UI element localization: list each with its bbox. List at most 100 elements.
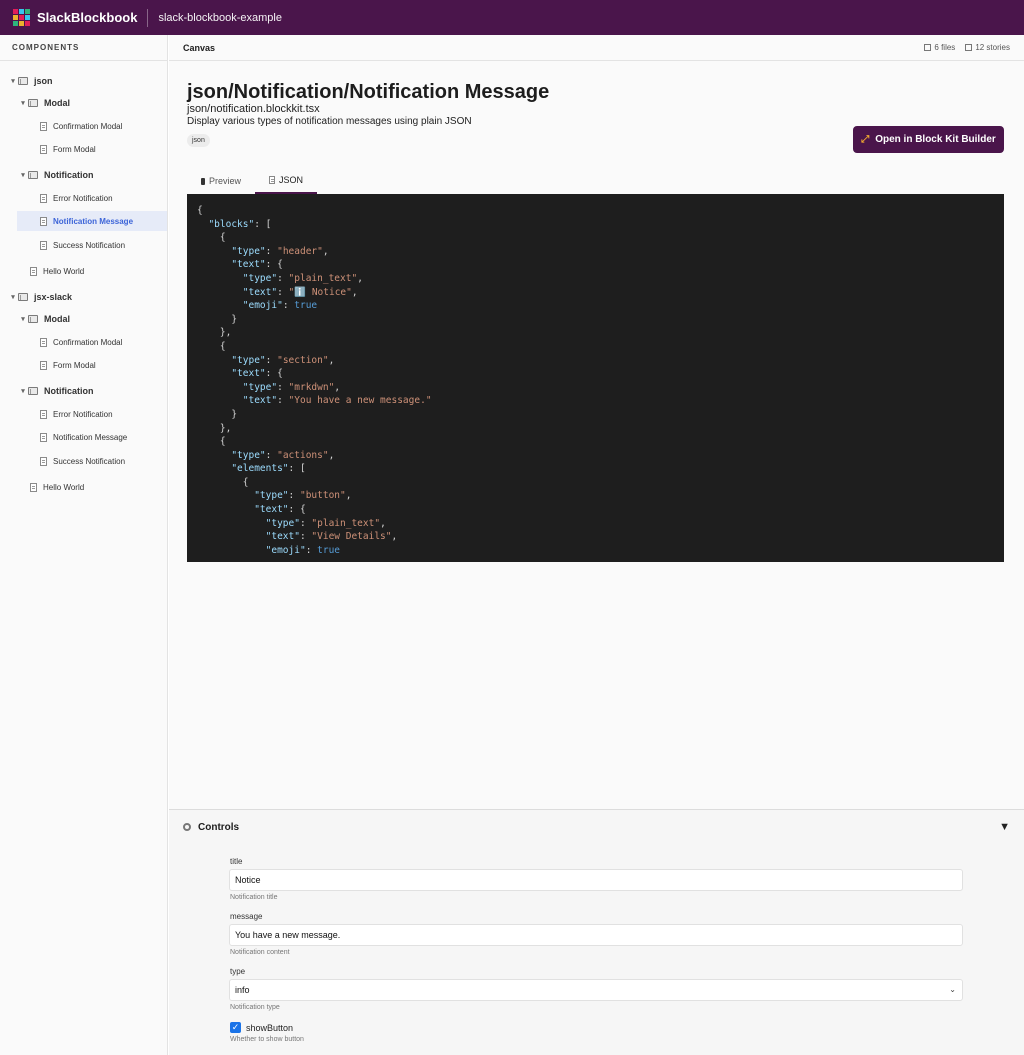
- story-description: Display various types of notification me…: [187, 116, 472, 127]
- sidebar-item-label: Confirmation Modal: [53, 121, 123, 131]
- message-input[interactable]: You have a new message.: [229, 924, 963, 946]
- folder-icon: [18, 293, 28, 301]
- top-bar: SlackBlockbook slack-blockbook-example: [0, 0, 1024, 35]
- canvas-title: Canvas: [183, 42, 216, 53]
- code-line: "type": "plain_text",: [242, 272, 363, 284]
- code-line: "type": "actions",: [231, 449, 335, 461]
- gear-icon: [183, 823, 191, 831]
- chevron-down-icon[interactable]: ▾: [8, 293, 18, 301]
- sidebar-item-modal[interactable]: ▾ Modal: [0, 93, 70, 113]
- file-icon: [40, 456, 47, 466]
- sidebar-item-json[interactable]: ▾ json: [0, 71, 53, 91]
- sidebar-item-confirmation-modal[interactable]: Confirmation Modal: [0, 332, 122, 352]
- file-icon: [40, 240, 47, 250]
- sidebar-item-jsx-slack[interactable]: ▾ jsx-slack: [0, 287, 72, 307]
- sidebar-item-error-notification[interactable]: Error Notification: [0, 404, 113, 424]
- sidebar-item-hello-world[interactable]: Hello World: [0, 477, 84, 497]
- sidebar-item-label: Hello World: [43, 266, 85, 276]
- logo-square: [13, 15, 18, 20]
- sidebar-item-notification-message[interactable]: Notification Message: [0, 427, 127, 447]
- sidebar-item-label: Form Modal: [53, 144, 96, 154]
- title-input[interactable]: Notice: [229, 869, 963, 891]
- sidebar-item-label: Notification: [44, 386, 94, 396]
- sidebar-item-success-notification[interactable]: Success Notification: [0, 235, 125, 255]
- logo-square: [13, 9, 18, 14]
- sidebar-item-success-notification[interactable]: Success Notification: [0, 451, 125, 471]
- type-select[interactable]: info ⌄: [229, 979, 963, 1001]
- open-block-kit-builder-label: Open in Block Kit Builder: [875, 134, 996, 145]
- code-line: "text": "You have a new message.": [242, 395, 432, 407]
- divider: [147, 8, 149, 27]
- logo-square: [19, 21, 24, 26]
- sidebar-item-error-notification[interactable]: Error Notification: [0, 188, 113, 208]
- sidebar-item-label: json: [34, 76, 53, 86]
- sidebar-item-confirmation-modal[interactable]: Confirmation Modal: [0, 116, 122, 136]
- folder-icon: [924, 44, 932, 51]
- file-icon: [40, 432, 47, 442]
- open-block-kit-builder-button[interactable]: ⤢ Open in Block Kit Builder: [853, 126, 1004, 153]
- sidebar-item-notification-message[interactable]: Notification Message: [17, 211, 167, 231]
- code-line: "text": {: [254, 504, 306, 516]
- logo-square: [19, 9, 24, 14]
- phone-icon: [201, 177, 205, 185]
- sidebar-item-label: Hello World: [43, 482, 85, 492]
- file-icon: [30, 482, 37, 492]
- folder-icon: [18, 77, 28, 85]
- collapse-icon[interactable]: ▼: [999, 821, 1010, 833]
- code-line: "type": "header",: [231, 245, 329, 257]
- json-code-block[interactable]: { "blocks": [ { "type": "header", "text"…: [187, 194, 1004, 562]
- sidebar-item-form-modal[interactable]: Form Modal: [0, 139, 96, 159]
- type-field-label: type: [230, 967, 246, 976]
- code-line: "type": "mrkdwn",: [242, 381, 341, 393]
- file-icon: [40, 121, 47, 131]
- story-file-path: json/notification.blockkit.tsx: [187, 103, 320, 115]
- code-line: "emoji": true: [265, 544, 341, 556]
- file-icon: [965, 44, 973, 51]
- chevron-down-icon[interactable]: ▾: [8, 77, 18, 85]
- type-field-help: Notification type: [230, 1004, 280, 1011]
- code-line: {: [197, 232, 226, 244]
- chevron-down-icon[interactable]: ▾: [18, 171, 28, 179]
- sidebar-item-modal[interactable]: ▾ Modal: [0, 309, 70, 329]
- link-icon: ⤢: [861, 134, 870, 145]
- code-line: "elements": [: [231, 463, 306, 475]
- tab-json[interactable]: JSON: [255, 168, 318, 194]
- chevron-down-icon[interactable]: ▾: [18, 99, 28, 107]
- sidebar-item-form-modal[interactable]: Form Modal: [0, 355, 96, 375]
- show-button-checkbox[interactable]: ✓: [230, 1022, 241, 1033]
- code-line: "text": {: [231, 259, 283, 271]
- logo-square: [19, 15, 24, 20]
- sidebar-item-notification[interactable]: ▾ Notification: [0, 165, 94, 185]
- show-button-help: Whether to show button: [230, 1036, 304, 1043]
- code-line: "emoji": true: [242, 300, 318, 312]
- message-field-label: message: [230, 912, 263, 921]
- logo-square: [25, 9, 30, 14]
- sidebar-item-hello-world[interactable]: Hello World: [0, 261, 84, 281]
- brand-name: SlackBlockbook: [37, 10, 138, 25]
- controls-header[interactable]: Controls ▼: [169, 810, 1024, 844]
- code-line: },: [197, 422, 232, 434]
- file-icon: [30, 266, 37, 276]
- tab-json-label: JSON: [279, 175, 304, 185]
- file-icon: [269, 176, 276, 184]
- sidebar-item-label: Success Notification: [53, 456, 126, 466]
- sidebar-item-notification[interactable]: ▾ Notification: [0, 381, 94, 401]
- canvas-header: Canvas 6 files 12 stories: [169, 35, 1024, 61]
- folder-icon: [28, 99, 38, 107]
- file-icon: [40, 360, 47, 370]
- sidebar-item-label: Form Modal: [53, 360, 96, 370]
- code-line: "text": {: [231, 368, 283, 380]
- tab-preview[interactable]: Preview: [187, 168, 255, 194]
- code-line: }: [197, 408, 238, 420]
- chevron-down-icon[interactable]: ▾: [18, 315, 28, 323]
- sidebar-item-label: Notification: [44, 170, 94, 180]
- logo-square: [25, 15, 30, 20]
- controls-title: Controls: [198, 821, 240, 833]
- code-line: {: [197, 476, 249, 488]
- folder-icon: [28, 315, 38, 323]
- sidebar-item-label: Modal: [44, 98, 70, 108]
- chevron-down-icon[interactable]: ▾: [18, 387, 28, 395]
- stories-count: 12 stories: [965, 43, 1010, 52]
- logo-square: [13, 21, 18, 26]
- code-line: "type": "section",: [231, 354, 335, 366]
